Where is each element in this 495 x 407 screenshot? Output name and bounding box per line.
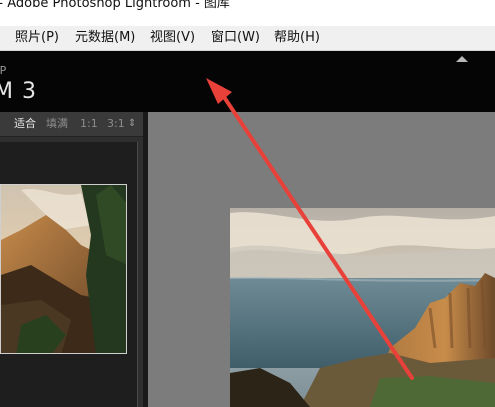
identity-plate: OP M 3 (0, 51, 495, 112)
navigator-header: 适合 填满 1:1 3:1 ⇕ (0, 112, 143, 137)
menu-help[interactable]: 帮助(H) (274, 26, 320, 50)
up-down-chevron-icon[interactable]: ⇕ (128, 112, 136, 136)
loupe-photo[interactable] (230, 208, 495, 407)
landscape-main-image (230, 208, 495, 407)
menu-window[interactable]: 窗口(W) (211, 26, 260, 50)
identity-plate-name: M 3 (0, 79, 37, 104)
window-title: g - Adobe Photoshop Lightroom - 图库 (0, 0, 230, 11)
zoom-fit-option[interactable]: 适合 (14, 112, 36, 136)
collapse-top-panel-icon[interactable] (456, 56, 468, 62)
navigator-thumbnail[interactable] (0, 184, 127, 354)
window-title-bar: g - Adobe Photoshop Lightroom - 图库 (0, 0, 495, 26)
zoom-fill-option[interactable]: 填满 (46, 112, 68, 136)
menu-view[interactable]: 视图(V) (150, 26, 195, 50)
menu-photo[interactable]: 照片(P) (15, 26, 59, 50)
landscape-thumbnail-image (1, 185, 126, 353)
menu-metadata[interactable]: 元数据(M) (75, 26, 135, 50)
left-panel: 适合 填满 1:1 3:1 ⇕ (0, 112, 143, 407)
zoom-1to1-option[interactable]: 1:1 (80, 112, 98, 136)
menu-bar: 照片(P) 元数据(M) 视图(V) 窗口(W) 帮助(H) (0, 26, 495, 51)
zoom-3to1-option[interactable]: 3:1 (107, 112, 125, 136)
navigator-preview[interactable] (0, 142, 138, 407)
identity-plate-subtitle: OP (0, 64, 8, 77)
